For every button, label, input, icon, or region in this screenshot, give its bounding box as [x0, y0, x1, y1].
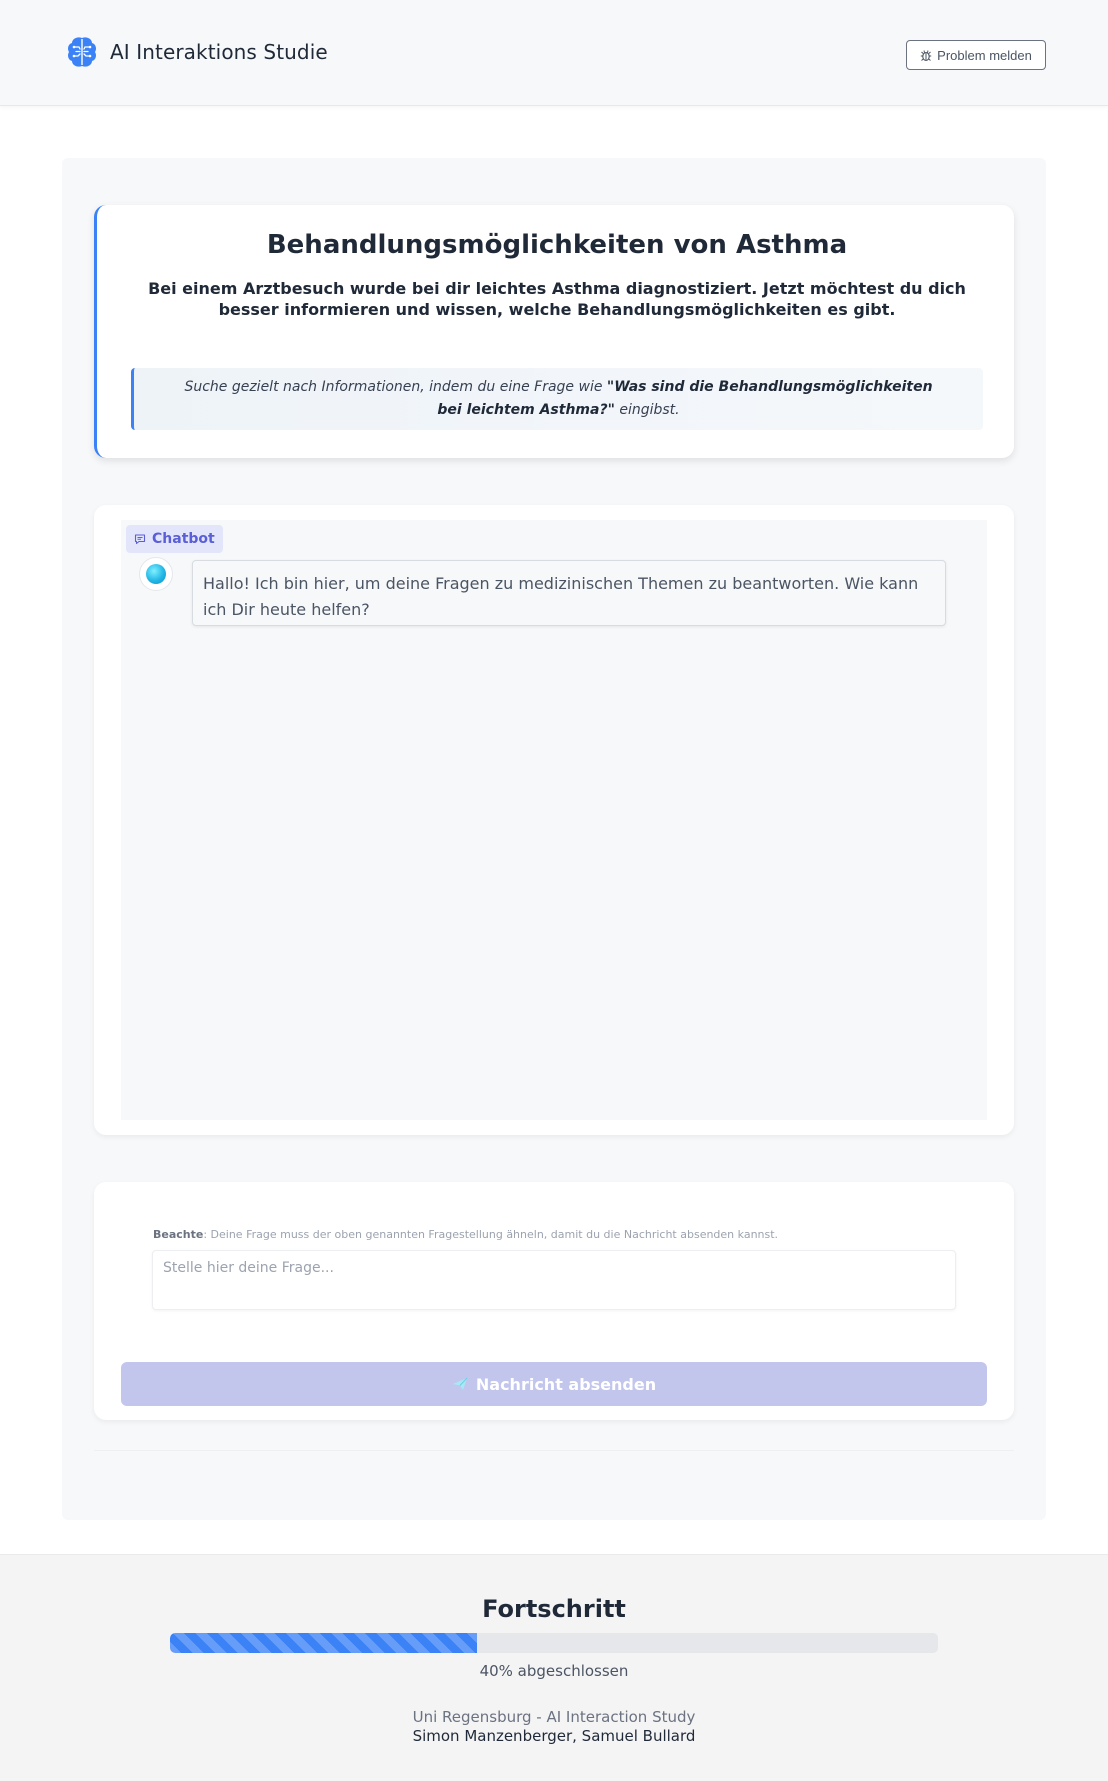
send-icon: [452, 1377, 468, 1390]
section-divider: [94, 1450, 1014, 1451]
bot-avatar: [139, 557, 173, 591]
report-button-label: Problem melden: [937, 47, 1032, 63]
composer-note-text: : Deine Frage muss der oben genannten Fr…: [203, 1228, 779, 1241]
progress-title: Fortschritt: [482, 1595, 626, 1623]
bug-icon: [920, 49, 932, 61]
progress-bar-fill: [170, 1633, 478, 1653]
bot-message: Hallo! Ich bin hier, um deine Fragen zu …: [192, 560, 946, 626]
composer-card: Beachte: Deine Frage muss der oben genan…: [94, 1182, 1014, 1420]
progress-bar: [170, 1633, 938, 1653]
task-title: Behandlungsmöglichkeiten von Asthma: [266, 230, 848, 260]
top-header: AI Interaktions Studie Problem melden: [0, 0, 1108, 106]
send-message-button[interactable]: Nachricht absenden: [121, 1362, 987, 1406]
send-button-label: Nachricht absenden: [475, 1374, 657, 1394]
question-input[interactable]: [152, 1250, 956, 1310]
report-problem-button[interactable]: Problem melden: [906, 40, 1046, 70]
task-hint: Suche gezielt nach Informationen, indem …: [131, 368, 983, 430]
chatbot-tag: Chatbot: [126, 525, 223, 553]
chat-card: Chatbot Hallo! Ich bin hier, um deine Fr…: [94, 505, 1014, 1135]
main-panel: Behandlungsmöglichkeiten von Asthma Bei …: [62, 158, 1046, 1520]
task-hint-suffix: eingibst.: [614, 402, 680, 418]
bot-orb-icon: [146, 564, 166, 584]
progress-label: 40% abgeschlossen: [479, 1662, 629, 1680]
chat-history[interactable]: Chatbot Hallo! Ich bin hier, um deine Fr…: [121, 520, 987, 1120]
composer-note: Beachte: Deine Frage muss der oben genan…: [153, 1228, 778, 1241]
task-card: Behandlungsmöglichkeiten von Asthma Bei …: [94, 205, 1014, 458]
composer-note-label: Beachte: [153, 1228, 204, 1241]
chat-bubble-icon: [134, 534, 146, 545]
credit-authors: Simon Manzenberger, Samuel Bullard: [412, 1727, 696, 1745]
task-description: Bei einem Arztbesuch wurde bei dir leich…: [148, 279, 966, 319]
chatbot-tag-label: Chatbot: [152, 531, 215, 547]
footer: Fortschritt 40% abgeschlossen Uni Regens…: [0, 1554, 1108, 1781]
task-hint-prefix: Suche gezielt nach Informationen, indem …: [184, 379, 607, 395]
brand: AI Interaktions Studie: [64, 34, 328, 70]
app-title: AI Interaktions Studie: [110, 40, 328, 64]
brain-icon: [68, 37, 96, 67]
credit-institution: Uni Regensburg - AI Interaction Study: [412, 1708, 696, 1726]
